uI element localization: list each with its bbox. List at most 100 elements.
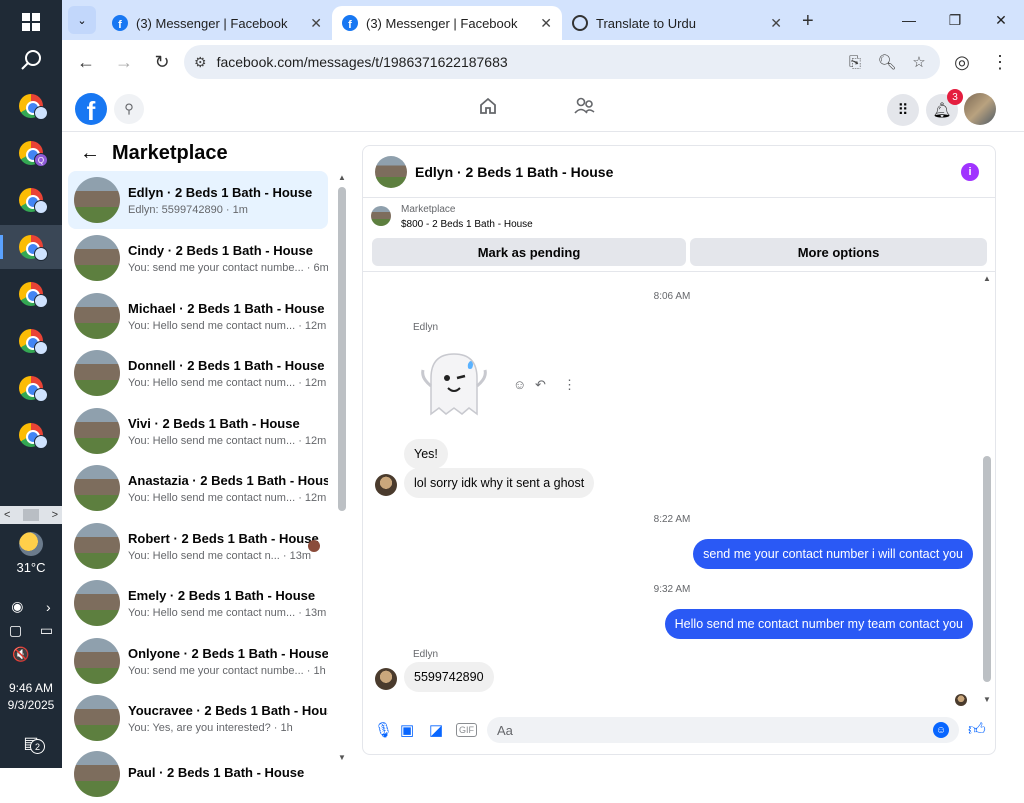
- forward-button[interactable]: →: [108, 46, 140, 78]
- conversation-item[interactable]: Cindy · 2 Beds 1 Bath - House You: send m…: [68, 229, 328, 287]
- message-input[interactable]: Aa ☺: [487, 717, 959, 743]
- gif-icon[interactable]: GIF: [456, 723, 477, 737]
- close-icon[interactable]: ✕: [310, 15, 322, 32]
- outgoing-message[interactable]: Hello send me contact number my team con…: [664, 609, 973, 639]
- scroll-thumb[interactable]: [338, 187, 346, 511]
- conversation-item[interactable]: Anastazia · 2 Beds 1 Bath - House You: He…: [68, 459, 328, 517]
- scroll-down-icon[interactable]: ▼: [983, 695, 991, 704]
- taskbar-search-button[interactable]: [0, 38, 62, 82]
- conversation-item[interactable]: Vivi · 2 Beds 1 Bath - House You: Hello s…: [68, 402, 328, 460]
- photo-icon[interactable]: ▣: [400, 721, 414, 739]
- notification-center-button[interactable]: ▤2: [0, 728, 62, 758]
- scroll-left-icon[interactable]: <: [4, 509, 10, 521]
- mark-pending-button[interactable]: Mark as pending: [372, 238, 686, 266]
- bookmark-star-icon[interactable]: ☆: [908, 53, 930, 71]
- conversation-item[interactable]: Onlyone · 2 Beds 1 Bath - House You: send…: [68, 632, 328, 690]
- chevron-right-icon[interactable]: ›: [46, 599, 51, 615]
- display-icon[interactable]: ▢: [9, 622, 22, 639]
- omnibox[interactable]: ⚙ facebook.com/messages/t/19863716221876…: [184, 45, 940, 79]
- listing-detail: $800 - 2 Beds 1 Bath - House: [401, 219, 533, 230]
- scroll-up-icon[interactable]: ▲: [983, 274, 991, 283]
- record-icon[interactable]: ◉: [11, 598, 23, 615]
- conversation-item[interactable]: Paul · 2 Beds 1 Bath - House: [68, 745, 328, 803]
- network-icon[interactable]: ▭: [40, 622, 53, 639]
- taskbar-chrome-6[interactable]: [0, 319, 62, 363]
- url-text[interactable]: facebook.com/messages/t/1986371622187683: [217, 54, 834, 70]
- react-emoji-icon[interactable]: ☺: [513, 377, 526, 392]
- incoming-message[interactable]: 5599742890: [404, 662, 494, 692]
- tab-search-dropdown[interactable]: ⌄: [68, 6, 96, 34]
- restore-button[interactable]: ❐: [932, 0, 978, 40]
- emoji-icon[interactable]: ☺: [933, 722, 949, 738]
- timestamp: 8:06 AM: [653, 291, 691, 302]
- conversation-item[interactable]: Youcravee · 2 Beds 1 Bath - House You: Ye…: [68, 689, 328, 747]
- zoom-icon[interactable]: 🔍︎: [876, 53, 898, 71]
- incoming-message[interactable]: Yes!: [404, 439, 448, 469]
- incoming-message[interactable]: lol sorry idk why it sent a ghost: [404, 468, 595, 498]
- profile-icon[interactable]: ◎: [946, 46, 978, 78]
- close-icon[interactable]: ✕: [770, 15, 782, 32]
- menu-grid-button[interactable]: ⠿: [887, 94, 919, 126]
- install-app-icon[interactable]: ⎘: [844, 54, 866, 71]
- more-options-button[interactable]: More options: [690, 238, 987, 266]
- taskbar-chrome-5[interactable]: [0, 272, 62, 316]
- conversation-name: Cindy · 2 Beds 1 Bath - House: [128, 242, 313, 258]
- sticker-icon[interactable]: ◪: [429, 721, 443, 739]
- listing-avatar: [74, 408, 120, 454]
- tab-translate[interactable]: Translate to Urdu ✕: [562, 6, 792, 40]
- chrome-menu-icon[interactable]: ⋮: [984, 46, 1016, 78]
- taskbar-scroller[interactable]: < >: [0, 506, 62, 524]
- back-button[interactable]: ←: [70, 46, 102, 78]
- conversation-item[interactable]: Edlyn · 2 Beds 1 Bath - House Edlyn: 5599…: [68, 171, 328, 229]
- scroll-down-icon[interactable]: ▼: [338, 753, 346, 762]
- taskbar-chrome-4[interactable]: [0, 225, 62, 269]
- scroll-right-icon[interactable]: >: [52, 509, 58, 521]
- info-icon[interactable]: i: [961, 163, 979, 181]
- conversation-item[interactable]: Michael · 2 Beds 1 Bath - House You: Hell…: [68, 287, 328, 345]
- taskbar-chrome-7[interactable]: [0, 366, 62, 410]
- sender-avatar: [375, 668, 397, 690]
- weather-temp: 31°C: [16, 560, 46, 575]
- timestamp: 9:32 AM: [653, 584, 691, 595]
- microphone-icon[interactable]: 🎙︎: [374, 721, 393, 739]
- new-tab-button[interactable]: +: [802, 10, 814, 33]
- taskbar-chrome-3[interactable]: [0, 178, 62, 222]
- profile-badge: [34, 341, 48, 355]
- tab-messenger-1[interactable]: f (3) Messenger | Facebook ✕: [102, 6, 332, 40]
- close-window-button[interactable]: ✕: [978, 0, 1024, 40]
- outgoing-message[interactable]: send me your contact number i will conta…: [693, 539, 973, 569]
- scroll-thumb[interactable]: [23, 509, 39, 521]
- conversation-item[interactable]: Donnell · 2 Beds 1 Bath - House You: Hell…: [68, 344, 328, 402]
- facebook-logo[interactable]: f: [75, 93, 107, 125]
- conversation-item[interactable]: Robert · 2 Beds 1 Bath - House You: Hello…: [68, 517, 328, 575]
- speaker-muted-icon[interactable]: 🔇: [12, 646, 29, 663]
- close-icon[interactable]: ✕: [540, 15, 552, 32]
- facebook-search-button[interactable]: ⚲: [114, 94, 144, 124]
- chat-title[interactable]: Edlyn · 2 Beds 1 Bath - House: [415, 164, 613, 180]
- list-scrollbar[interactable]: ▲ ▼: [336, 173, 348, 768]
- chat-avatar[interactable]: [375, 155, 407, 188]
- taskbar-clock[interactable]: 9:46 AM 9/3/2025: [0, 680, 62, 714]
- taskbar-chrome-8[interactable]: [0, 413, 62, 457]
- chat-scrollbar[interactable]: ▲ ▼: [981, 274, 993, 704]
- home-icon[interactable]: [478, 96, 498, 116]
- taskbar-chrome-2[interactable]: Q: [0, 131, 62, 175]
- listing-summary[interactable]: Marketplace $800 - 2 Beds 1 Bath - House: [371, 204, 533, 230]
- reload-button[interactable]: ↻: [146, 46, 178, 78]
- back-arrow-icon[interactable]: ←: [80, 142, 100, 165]
- clock-time: 9:46 AM: [8, 681, 54, 695]
- groups-icon[interactable]: [573, 96, 595, 116]
- account-avatar[interactable]: [964, 93, 996, 125]
- scroll-up-icon[interactable]: ▲: [338, 173, 346, 182]
- more-actions-icon[interactable]: ⋮: [563, 377, 576, 393]
- taskbar-chrome-1[interactable]: [0, 84, 62, 128]
- site-info-icon[interactable]: ⚙: [194, 54, 207, 71]
- chevron-down-icon: ⌄: [77, 14, 87, 27]
- weather-widget[interactable]: 31°C: [0, 532, 62, 575]
- scroll-thumb[interactable]: [983, 456, 991, 682]
- minimize-button[interactable]: —: [886, 0, 932, 40]
- tab-messenger-2[interactable]: f (3) Messenger | Facebook ✕: [332, 6, 562, 40]
- reply-icon[interactable]: ↶: [535, 377, 546, 393]
- conversation-item[interactable]: Emely · 2 Beds 1 Bath - House You: Hello …: [68, 574, 328, 632]
- thumbs-up-icon[interactable]: 👍︎: [968, 719, 986, 740]
